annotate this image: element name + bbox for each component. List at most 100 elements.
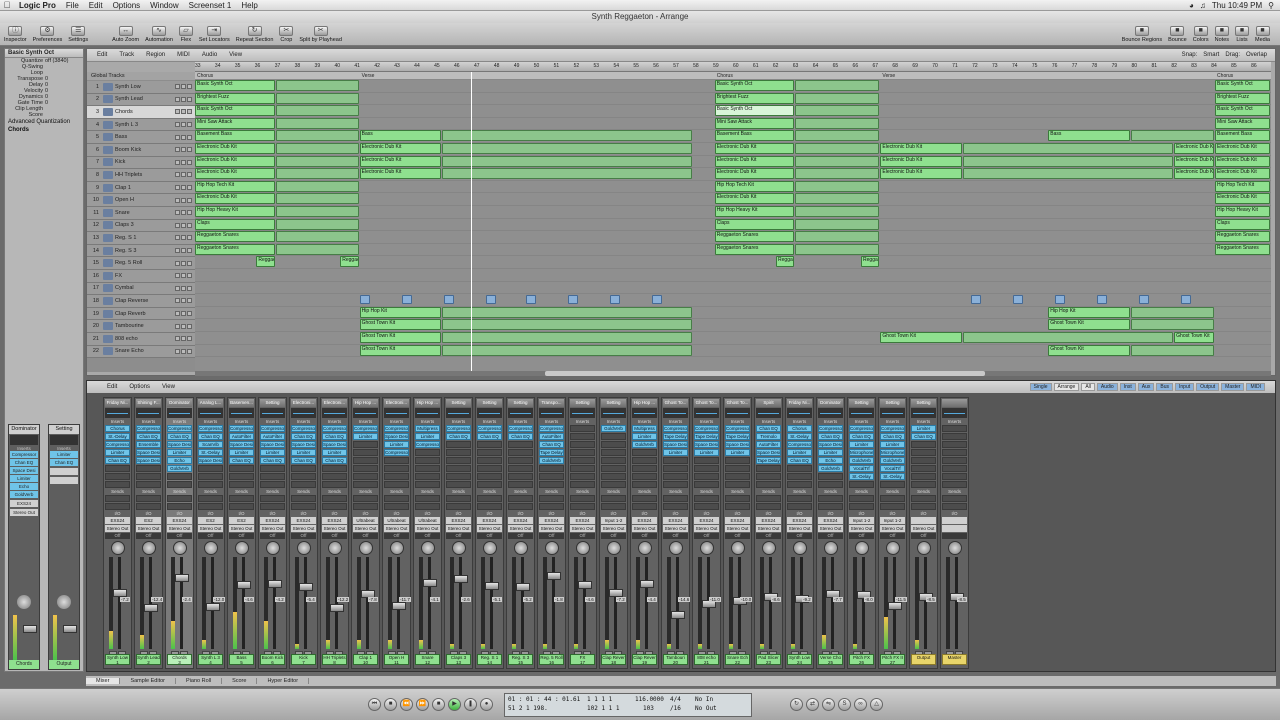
insert-plugin-slot[interactable]: Limiter [10, 475, 38, 482]
mute-icon[interactable] [175, 122, 180, 128]
send-slot[interactable] [911, 495, 936, 502]
output-slot[interactable] [942, 525, 967, 532]
empty-insert-slot[interactable] [353, 481, 378, 488]
region[interactable] [442, 168, 693, 180]
mixer-filter-aux[interactable]: Aux [1137, 383, 1155, 391]
empty-insert-slot[interactable] [570, 473, 595, 480]
pan-knob[interactable] [17, 595, 31, 609]
region[interactable]: Basic Synth Oct [1215, 105, 1270, 117]
empty-insert-slot[interactable] [632, 473, 657, 480]
insert-plugin-slot[interactable]: Chan EQ [477, 433, 502, 440]
insert-plugin-slot[interactable]: Limiter [353, 433, 378, 440]
pan-knob[interactable] [203, 541, 218, 555]
region[interactable] [401, 295, 412, 305]
eq-thumbnail[interactable] [880, 408, 905, 418]
record-enable-icon[interactable] [187, 109, 192, 115]
region[interactable] [275, 117, 359, 129]
scroll-thumb[interactable] [545, 371, 985, 376]
mixer-filter-bus[interactable]: Bus [1156, 383, 1174, 391]
empty-insert-slot[interactable] [198, 481, 223, 488]
eq-thumbnail[interactable] [291, 408, 316, 418]
send-slot[interactable] [787, 503, 812, 510]
region[interactable]: Mini Saw Attack [1215, 117, 1270, 129]
global-tracks[interactable]: Global Tracks [87, 72, 195, 80]
region[interactable] [795, 130, 880, 142]
marker-chorus[interactable]: Chorus [1217, 73, 1233, 79]
fast-forward-icon[interactable]: ⏩ [416, 698, 429, 711]
output-slot[interactable]: Stereo Out [136, 525, 161, 532]
stop-icon[interactable]: ■ [432, 698, 445, 711]
send-slot[interactable] [353, 495, 378, 502]
track-header[interactable]: 18 Clap Reverse [87, 295, 195, 308]
arrange-option-smart[interactable]: Smart [1203, 52, 1219, 58]
send-slot[interactable] [260, 495, 285, 502]
output-slot[interactable]: Stereo Out [477, 525, 502, 532]
empty-insert-slot[interactable] [415, 473, 440, 480]
clock[interactable]: Thu 10:49 PM [1212, 1, 1262, 10]
volume-fader-cap[interactable] [299, 583, 313, 592]
insert-plugin-slot[interactable]: Compressor [353, 425, 378, 432]
send-slot[interactable] [167, 495, 192, 502]
region[interactable] [275, 180, 359, 192]
empty-insert-slot[interactable] [415, 449, 440, 456]
region[interactable]: Electronic Dub Kit [1174, 168, 1215, 180]
solo-icon[interactable] [181, 96, 186, 102]
input-slot[interactable]: EXS24 [725, 517, 750, 524]
insert-plugin-slot[interactable]: GoldVerb [818, 465, 843, 472]
insert-plugin-slot[interactable]: Chan EQ [10, 459, 38, 466]
insert-plugin-slot[interactable]: Compressor [384, 449, 409, 456]
track-header[interactable]: 14 Reg. S 3 [87, 244, 195, 258]
empty-insert-slot[interactable] [911, 449, 936, 456]
output-slot[interactable]: Stereo Out [570, 525, 595, 532]
tab-score[interactable]: Score [222, 678, 258, 684]
region[interactable]: Electronic Dub Kit [714, 143, 795, 154]
menu-window[interactable]: Window [145, 0, 183, 11]
insert-plugin-slot[interactable]: Limiter [105, 449, 130, 456]
mute-icon[interactable] [175, 222, 180, 228]
automation-mode[interactable]: Off [632, 533, 657, 539]
toolbar-bounce-button[interactable]: ■ Bounce [1168, 26, 1187, 43]
channel-name[interactable]: Pitch FX II 27 [880, 654, 905, 665]
pan-knob[interactable] [420, 541, 435, 555]
send-slot[interactable] [570, 495, 595, 502]
track-name[interactable]: Clap 1 [115, 185, 175, 191]
insert-plugin-slot[interactable]: Space Desi [198, 457, 223, 464]
eq-thumbnail[interactable] [849, 408, 874, 418]
insert-plugin-slot[interactable]: GoldVerb [601, 425, 626, 432]
track-lane[interactable]: Claps Claps Claps [195, 218, 1271, 232]
mute-icon[interactable] [175, 235, 180, 241]
output-slot[interactable]: Stereo Out [291, 525, 316, 532]
insert-plugin-slot[interactable]: VocalTrf [880, 465, 905, 472]
mute-icon[interactable] [175, 248, 180, 254]
track-lane[interactable] [195, 294, 1271, 307]
channel-name[interactable]: FX 17 [570, 654, 595, 665]
send-slot[interactable] [663, 495, 688, 502]
send-slot[interactable] [446, 495, 471, 502]
empty-insert-slot[interactable] [787, 473, 812, 480]
region[interactable]: Basic Synth Oct [195, 80, 275, 91]
region[interactable]: Electronic Dub Kit [714, 168, 795, 180]
automation-mode[interactable]: Off [601, 533, 626, 539]
empty-insert-slot[interactable] [570, 425, 595, 432]
toolbar-preferences-button[interactable]: ⚙ Preferences [33, 26, 62, 43]
output-slot[interactable]: Stereo Out [322, 525, 347, 532]
io-slot[interactable] [50, 477, 78, 484]
solo-icon[interactable] [181, 285, 186, 291]
volume-readout[interactable]: -7.2 [616, 597, 626, 602]
volume-readout[interactable]: -14.6 [678, 597, 691, 602]
send-slot[interactable] [136, 495, 161, 502]
pan-knob[interactable] [141, 541, 156, 555]
channel-setting-button[interactable]: Hip Hop ... [353, 399, 378, 407]
region[interactable] [1012, 295, 1023, 305]
empty-insert-slot[interactable] [570, 481, 595, 488]
mixer-filter-master[interactable]: Master [1221, 383, 1245, 391]
pan-knob[interactable] [823, 541, 838, 555]
empty-insert-slot[interactable] [570, 449, 595, 456]
automation-mode[interactable]: Off [818, 533, 843, 539]
track-name[interactable]: Synth Lead [115, 96, 175, 102]
insert-plugin-slot[interactable]: Compressor [477, 425, 502, 432]
solo-icon[interactable] [181, 172, 186, 178]
track-header[interactable]: 20 Tambourine [87, 320, 195, 333]
output-slot[interactable]: Stereo Out [198, 525, 223, 532]
region[interactable] [963, 168, 1174, 180]
